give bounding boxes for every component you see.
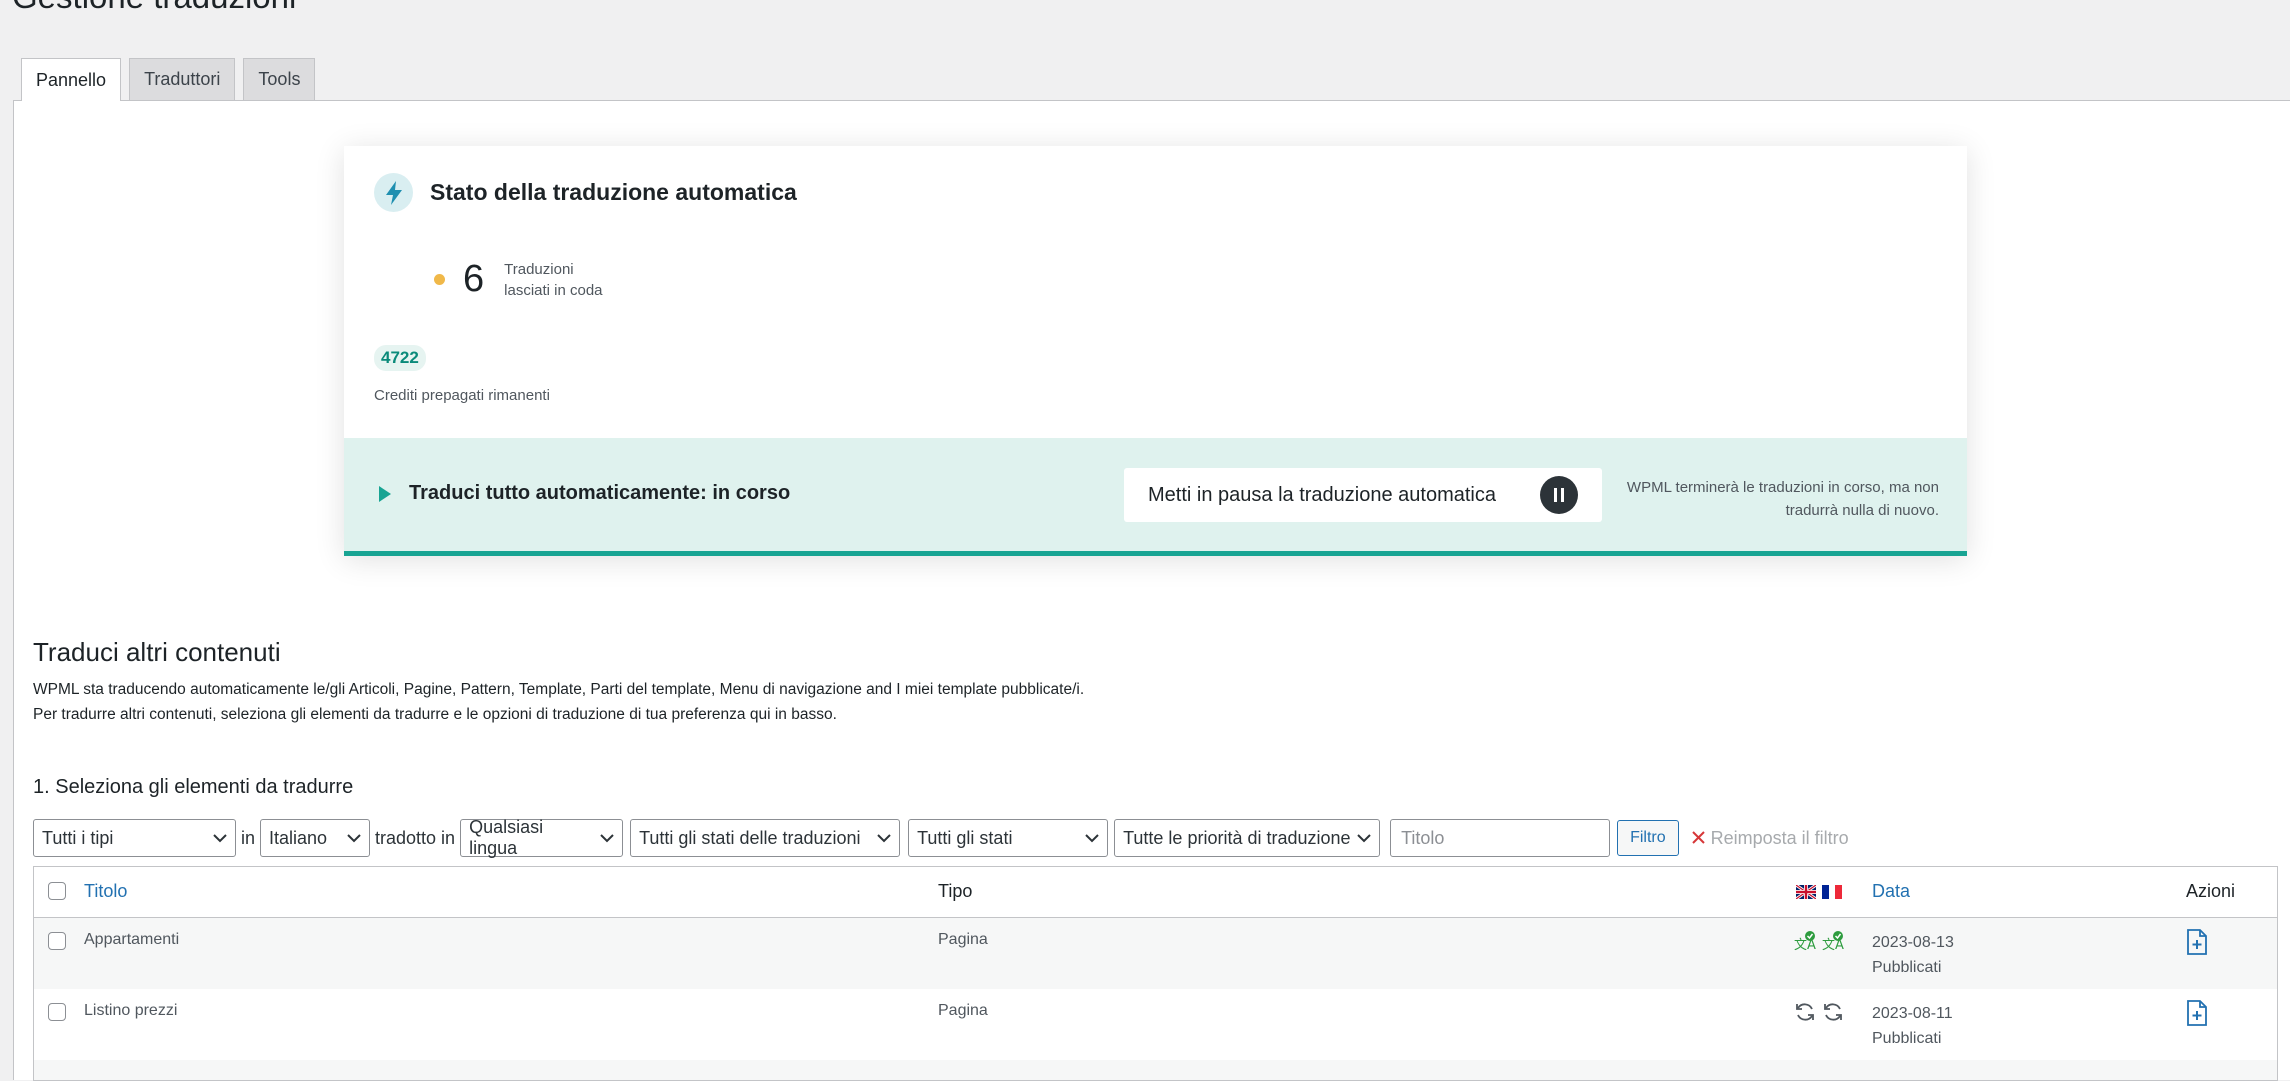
pause-auto-translation-button[interactable]: Metti in pausa la traduzione automatica <box>1124 468 1602 522</box>
bolt-icon <box>374 173 413 212</box>
in-label: in <box>241 827 256 848</box>
row-date: 2023-08-13 Pubblicati <box>1872 930 1954 980</box>
credits-badge: 4722 <box>374 345 426 371</box>
table-header: Titolo Tipo Data Azioni <box>34 867 2277 918</box>
pause-button-label: Metti in pausa la traduzione automatica <box>1148 483 1496 506</box>
status-select[interactable]: Tutti gli stati <box>908 819 1109 857</box>
row-date-value: 2023-08-11 <box>1872 1005 1953 1022</box>
table-row: Appartamenti Pagina 文A 文A 2023-08-13 Pub… <box>34 918 2277 989</box>
section-title: Traduci altri contenuti <box>33 637 281 667</box>
content-table: Titolo Tipo Data Azioni Appartamenti Pag… <box>33 866 2278 1081</box>
tab-tools[interactable]: Tools <box>243 58 316 100</box>
queue-label-line2: lasciati in coda <box>504 281 603 299</box>
filter-bar: Tutti i tipi in Italiano tradotto in Qua… <box>33 817 1849 858</box>
queue-label-line1: Traduzioni <box>504 260 574 278</box>
pause-note-line1: WPML terminerà le traduzioni in corso, m… <box>1626 479 1939 496</box>
section-description: WPML sta traducendo automaticamente le/g… <box>33 677 1084 727</box>
language-select-value: Italiano <box>269 827 328 848</box>
row-title: Listino prezzi <box>84 1002 178 1019</box>
auto-translate-status-text: Traduci tutto automaticamente: in corso <box>409 482 791 504</box>
column-actions-header: Azioni <box>2186 881 2236 901</box>
tab-pannello[interactable]: Pannello <box>21 58 122 101</box>
credits-label: Crediti prepagati rimanenti <box>374 387 550 404</box>
add-translation-icon[interactable] <box>2186 929 2208 960</box>
queue-status-dot <box>434 274 445 285</box>
uk-flag-icon <box>1795 883 1817 904</box>
section-description-line2: Per tradurre altri contenuti, seleziona … <box>33 706 837 723</box>
row-checkbox[interactable] <box>48 1003 66 1021</box>
language-select[interactable]: Italiano <box>260 819 371 857</box>
card-footer: Traduci tutto automaticamente: in corso … <box>344 438 1967 551</box>
chevron-down-icon <box>1085 833 1099 843</box>
row-date: 2023-08-11 Pubblicati <box>1872 1001 1953 1051</box>
priority-select[interactable]: Tutte le priorità di traduzione <box>1114 819 1381 857</box>
translated-check-icon[interactable]: 文A <box>1794 930 1816 957</box>
column-date-header[interactable]: Data <box>1872 881 1910 902</box>
title-search-input[interactable] <box>1390 819 1611 857</box>
tab-traduttori[interactable]: Traduttori <box>129 58 236 100</box>
chevron-down-icon <box>1357 833 1371 843</box>
type-select-value: Tutti i tipi <box>42 827 114 848</box>
section-description-line1: WPML sta traducendo automaticamente le/g… <box>33 681 1085 698</box>
row-state: Pubblicati <box>1872 959 1942 976</box>
column-title-header[interactable]: Titolo <box>84 881 127 902</box>
chevron-down-icon <box>877 833 891 843</box>
row-type: Pagina <box>938 931 988 948</box>
table-row: Listino prezzi Pagina 2023-08-11 Pubblic… <box>34 989 2277 1060</box>
pause-icon <box>1540 476 1578 514</box>
pause-note-line2: tradurrà nulla di nuovo. <box>1785 502 1939 519</box>
card-header: Stato della traduzione automatica <box>374 173 797 212</box>
refresh-icon[interactable] <box>1822 1001 1844 1028</box>
chevron-down-icon <box>213 833 227 843</box>
translation-status <box>1794 1001 1844 1028</box>
auto-translation-status-card: Stato della traduzione automatica 6 Trad… <box>344 146 1967 556</box>
queue-count: 6 <box>463 258 485 300</box>
queue-label: Traduzioni lasciati in coda <box>504 259 602 301</box>
language-flags <box>1795 883 1842 904</box>
translation-status: 文A 文A <box>1794 930 1844 957</box>
close-icon <box>1691 828 1705 849</box>
target-language-select[interactable]: Qualsiasi lingua <box>460 817 624 858</box>
row-checkbox[interactable] <box>48 932 66 950</box>
tab-bar: Pannello Traduttori Tools <box>21 58 316 101</box>
fr-flag-icon <box>1822 885 1842 904</box>
play-icon <box>378 485 392 508</box>
chevron-down-icon <box>347 833 361 843</box>
translated-in-label: tradotto in <box>375 827 456 848</box>
translated-check-icon[interactable]: 文A <box>1822 930 1844 957</box>
type-select[interactable]: Tutti i tipi <box>33 819 236 857</box>
translation-status-select-value: Tutti gli stati delle traduzioni <box>639 827 861 848</box>
reset-filter-label: Reimposta il filtro <box>1710 827 1849 848</box>
column-type-header: Tipo <box>938 881 973 901</box>
status-select-value: Tutti gli stati <box>917 827 1013 848</box>
translation-status-select[interactable]: Tutti gli stati delle traduzioni <box>630 819 901 857</box>
select-all-checkbox[interactable] <box>48 882 66 900</box>
target-language-select-value: Qualsiasi lingua <box>469 817 544 858</box>
row-date-value: 2023-08-13 <box>1872 934 1954 951</box>
filter-button[interactable]: Filtro <box>1617 820 1679 856</box>
refresh-icon[interactable] <box>1794 1001 1816 1028</box>
pause-note: WPML terminerà le traduzioni in corso, m… <box>1609 476 1939 522</box>
queue-counter: 6 Traduzioni lasciati in coda <box>434 258 603 301</box>
chevron-down-icon <box>600 833 614 843</box>
table-row <box>34 1060 2277 1080</box>
card-title: Stato della traduzione automatica <box>430 179 797 205</box>
row-state: Pubblicati <box>1872 1030 1942 1047</box>
row-type: Pagina <box>938 1002 988 1019</box>
step-title: 1. Seleziona gli elementi da tradurre <box>33 776 354 798</box>
reset-filter-link[interactable]: Reimposta il filtro <box>1691 827 1849 849</box>
row-title: Appartamenti <box>84 931 180 948</box>
page-title: Gestione traduzioni <box>12 0 296 16</box>
priority-select-value: Tutte le priorità di traduzione <box>1123 827 1351 848</box>
add-translation-icon[interactable] <box>2186 1000 2208 1031</box>
